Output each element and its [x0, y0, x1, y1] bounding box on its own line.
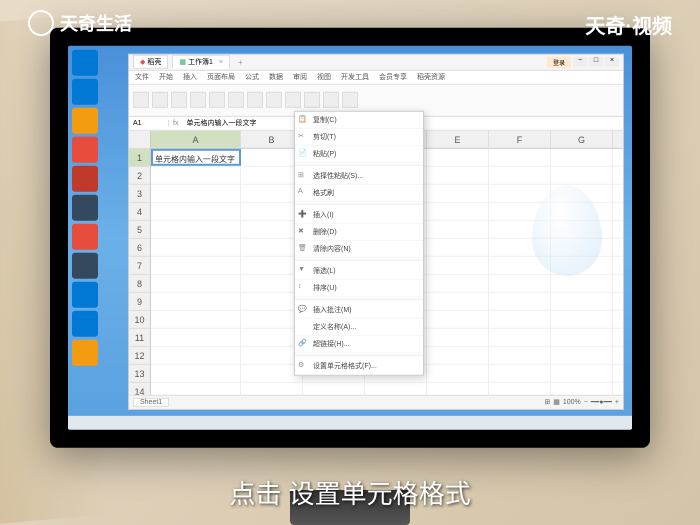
context-menu-item[interactable]: 📄粘贴(P): [295, 145, 423, 162]
desktop-icon[interactable]: [72, 165, 98, 191]
row-header[interactable]: 12: [129, 346, 150, 364]
desktop-icon[interactable]: [72, 281, 98, 307]
row-header[interactable]: 1: [129, 148, 150, 166]
minimize-button[interactable]: −: [573, 56, 587, 66]
sheet-tab[interactable]: Sheet1: [133, 397, 169, 406]
row-header[interactable]: 14: [129, 382, 150, 394]
toolbar-button[interactable]: [209, 92, 225, 108]
ribbon-tab[interactable]: 视图: [315, 72, 333, 82]
ribbon-tab[interactable]: 会员专享: [377, 72, 409, 82]
row-header[interactable]: 4: [129, 202, 150, 220]
context-menu-item[interactable]: 📋复制(C): [295, 111, 423, 128]
windows-taskbar[interactable]: [68, 415, 632, 429]
cell-a1-selected[interactable]: 单元格内输入一段文字: [151, 148, 241, 165]
desktop-icon[interactable]: [72, 49, 98, 75]
column-header[interactable]: G: [551, 130, 613, 147]
column-header[interactable]: F: [489, 130, 551, 147]
view-mode-icon[interactable]: ⊞: [544, 398, 550, 406]
toolbar-button[interactable]: [323, 92, 339, 108]
row-header[interactable]: 9: [129, 292, 150, 310]
select-all-corner[interactable]: [129, 130, 150, 148]
watermark-top-right: 天奇·视频: [585, 10, 672, 39]
row-header[interactable]: 3: [129, 184, 150, 202]
document-tab-active[interactable]: ▦工作簿1×: [172, 55, 230, 69]
zoom-out-button[interactable]: −: [584, 398, 588, 405]
row-header[interactable]: 2: [129, 166, 150, 184]
desktop-icon[interactable]: [72, 252, 98, 278]
ribbon-tab[interactable]: 审阅: [291, 72, 309, 82]
ribbon-tab[interactable]: 文件: [133, 72, 151, 82]
ribbon-tab[interactable]: 开发工具: [339, 72, 371, 82]
context-menu-item[interactable]: ▼筛选(L): [295, 262, 423, 279]
row-header[interactable]: 10: [129, 310, 150, 328]
context-menu-item[interactable]: ↕排序(U): [295, 279, 423, 296]
zoom-in-button[interactable]: +: [615, 398, 619, 405]
watermark-top-left: 天奇生活: [28, 10, 132, 36]
desktop-icon[interactable]: [72, 78, 98, 104]
toolbar-button[interactable]: [285, 92, 301, 108]
monitor-frame: ◆稻壳 ▦工作簿1× + 登录 − □ × 文件 开始 插入 页面布局 公式 数…: [50, 27, 650, 447]
context-menu-item[interactable]: 🗑清除内容(N): [295, 240, 423, 257]
context-menu-item[interactable]: 💬插入批注(M): [295, 301, 423, 318]
fx-icon[interactable]: fx: [169, 119, 182, 126]
document-tab[interactable]: ◆稻壳: [133, 55, 168, 69]
ribbon-tab[interactable]: 公式: [243, 72, 261, 82]
desktop-icon[interactable]: [72, 310, 98, 336]
zoom-level[interactable]: 100%: [563, 398, 581, 405]
column-header[interactable]: A: [151, 130, 241, 147]
row-header[interactable]: 11: [129, 328, 150, 346]
column-header[interactable]: E: [427, 130, 489, 147]
desktop-icon[interactable]: [72, 136, 98, 162]
ribbon-tab[interactable]: 稻壳资源: [415, 72, 447, 82]
login-button[interactable]: 登录: [547, 56, 571, 67]
title-bar: ◆稻壳 ▦工作簿1× + 登录 − □ ×: [129, 54, 623, 70]
context-menu-item[interactable]: 定义名称(A)...: [295, 318, 423, 335]
new-tab-button[interactable]: +: [234, 57, 247, 66]
toolbar-button[interactable]: [171, 92, 187, 108]
context-menu-item[interactable]: ✂剪切(T): [295, 128, 423, 145]
maximize-button[interactable]: □: [589, 56, 603, 66]
desktop-icons-column: [72, 49, 98, 365]
context-menu: 📋复制(C)✂剪切(T)📄粘贴(P) ⊞选择性粘贴(S)...A格式刷 ➕插入(I)…: [294, 110, 424, 375]
desktop-icon[interactable]: [72, 223, 98, 249]
context-menu-item[interactable]: ⊞选择性粘贴(S)...: [295, 167, 423, 184]
name-box[interactable]: A1: [129, 119, 169, 126]
row-header[interactable]: 6: [129, 238, 150, 256]
desktop-icon[interactable]: [72, 194, 98, 220]
ribbon-tab[interactable]: 数据: [267, 72, 285, 82]
desktop-icon[interactable]: [72, 107, 98, 133]
context-menu-item[interactable]: ➕插入(I): [295, 206, 423, 223]
toolbar-button[interactable]: [152, 92, 168, 108]
view-mode-icon[interactable]: ▦: [553, 398, 560, 406]
row-header[interactable]: 13: [129, 364, 150, 382]
toolbar-button[interactable]: [304, 92, 320, 108]
toolbar-button[interactable]: [247, 92, 263, 108]
close-button[interactable]: ×: [605, 56, 619, 66]
context-menu-item[interactable]: ⚙设置单元格格式(F)...: [295, 357, 423, 374]
context-menu-item[interactable]: 🔗超链接(H)...: [295, 335, 423, 352]
toolbar-button[interactable]: [266, 92, 282, 108]
zoom-slider[interactable]: ━━●━━: [591, 398, 612, 406]
row-header[interactable]: 5: [129, 220, 150, 238]
desktop-icon[interactable]: [72, 339, 98, 365]
toolbar-button[interactable]: [190, 92, 206, 108]
context-menu-item[interactable]: A格式刷: [295, 184, 423, 201]
context-menu-item[interactable]: ✖删除(D): [295, 223, 423, 240]
video-subtitle: 点击 设置单元格格式: [229, 474, 470, 511]
ribbon-tab-bar: 文件 开始 插入 页面布局 公式 数据 审阅 视图 开发工具 会员专享 稻壳资源: [129, 70, 623, 84]
row-header[interactable]: 8: [129, 274, 150, 292]
status-bar: Sheet1 ⊞ ▦ 100% − ━━●━━ +: [129, 394, 623, 408]
toolbar-button[interactable]: [342, 92, 358, 108]
row-headers: 1 2 3 4 5 6 7 8 9 10 11 12 13 14: [129, 130, 151, 394]
toolbar-button[interactable]: [228, 92, 244, 108]
toolbar-button[interactable]: [133, 92, 149, 108]
ribbon-tab[interactable]: 插入: [181, 72, 199, 82]
ribbon-tab[interactable]: 开始: [157, 72, 175, 82]
row-header[interactable]: 7: [129, 256, 150, 274]
desktop-screen: ◆稻壳 ▦工作簿1× + 登录 − □ × 文件 开始 插入 页面布局 公式 数…: [68, 45, 632, 429]
ribbon-tab[interactable]: 页面布局: [205, 72, 237, 82]
